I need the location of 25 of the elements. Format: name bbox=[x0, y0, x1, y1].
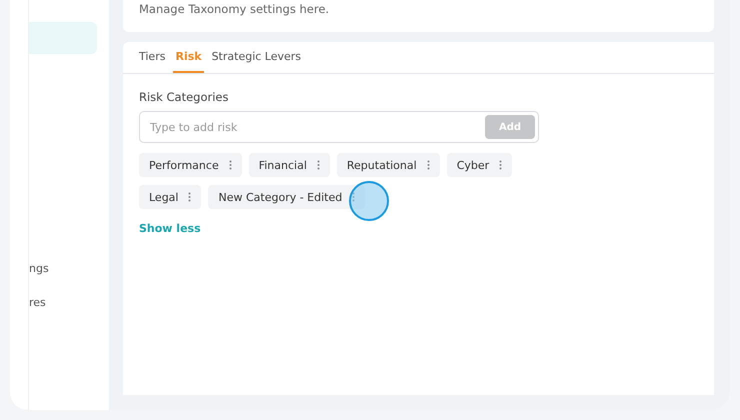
chip-label: Reputational bbox=[346, 158, 417, 172]
tab[interactable]: Strategic Levers bbox=[210, 42, 304, 73]
more-icon[interactable] bbox=[228, 160, 232, 170]
category-chip[interactable]: Cyber bbox=[446, 153, 512, 177]
tab[interactable]: Tiers bbox=[137, 42, 168, 73]
chip-label: Legal bbox=[149, 190, 178, 204]
header-subtitle: Manage Taxonomy settings here. bbox=[139, 2, 330, 16]
chip-label: New Category - Edited bbox=[218, 190, 342, 204]
more-icon[interactable] bbox=[188, 192, 192, 202]
chip-label: Performance bbox=[149, 158, 219, 172]
section-title: Risk Categories bbox=[139, 90, 230, 104]
category-chip[interactable]: Performance bbox=[139, 153, 242, 177]
category-chip[interactable]: Reputational bbox=[336, 153, 440, 177]
more-icon[interactable] bbox=[426, 160, 430, 170]
category-chip[interactable]: Financial bbox=[248, 153, 330, 177]
chip-label: Financial bbox=[258, 158, 307, 172]
category-chip[interactable]: Legal bbox=[139, 185, 202, 209]
category-chip[interactable]: New Category - Edited bbox=[208, 185, 366, 209]
more-icon[interactable] bbox=[316, 160, 320, 170]
more-icon[interactable] bbox=[499, 160, 502, 170]
more-icon[interactable] bbox=[352, 192, 356, 202]
chip-label: Cyber bbox=[456, 158, 490, 172]
touch-indicator bbox=[349, 181, 389, 221]
sidebar-item[interactable]: ngs bbox=[29, 252, 97, 284]
sidebar-item[interactable]: res bbox=[29, 286, 97, 318]
